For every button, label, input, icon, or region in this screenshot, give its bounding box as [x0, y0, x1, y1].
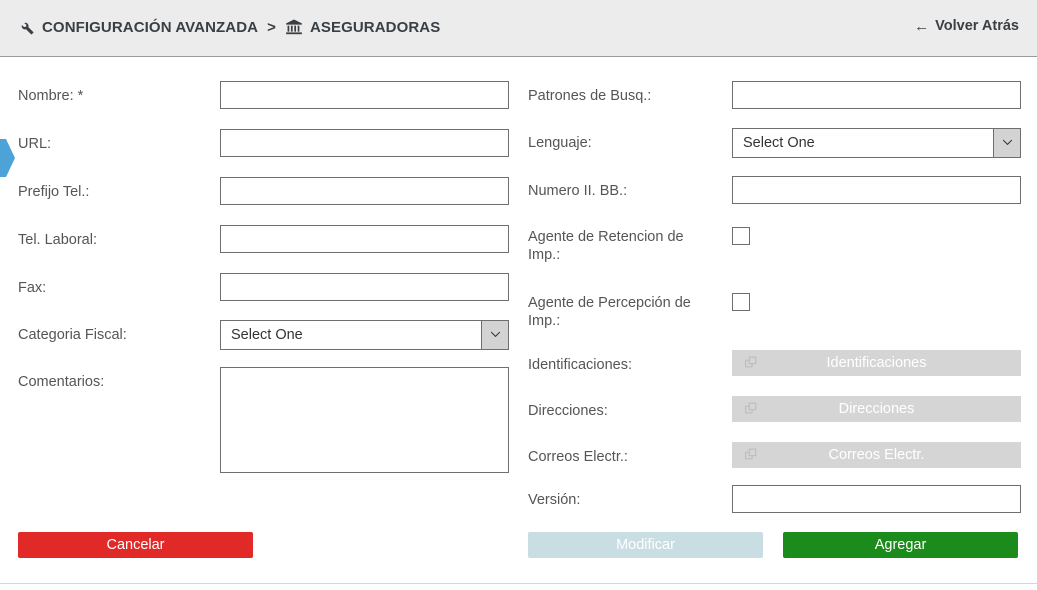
field-row-patrones-busq: Patrones de Busq.: — [528, 81, 1021, 109]
direcciones-button-label: Direcciones — [839, 401, 915, 417]
correos-electr-button[interactable]: Correos Electr. — [732, 442, 1021, 468]
wrench-icon — [18, 19, 35, 36]
add-button[interactable]: Agregar — [783, 532, 1018, 558]
field-row-comentarios: Comentarios: — [18, 367, 509, 473]
agente-retencion-checkbox[interactable] — [732, 227, 750, 245]
breadcrumb-current: ASEGURADORAS — [310, 19, 440, 36]
breadcrumb-root[interactable]: CONFIGURACIÓN AVANZADA — [42, 19, 258, 36]
tel-laboral-input[interactable] — [220, 225, 509, 253]
footer-divider — [0, 583, 1037, 584]
aseguradoras-form: Nombre: * URL: Prefijo Tel.: Tel. Labora… — [0, 57, 1037, 517]
lenguaje-select[interactable]: Select One — [732, 128, 1021, 158]
label-patrones-busq: Patrones de Busq.: — [528, 81, 732, 105]
field-row-tel-laboral: Tel. Laboral: — [18, 225, 509, 253]
chevron-down-icon[interactable] — [993, 129, 1020, 157]
field-row-agente-retencion: Agente de Retencion de Imp.: — [528, 222, 750, 264]
label-correos-electr: Correos Electr.: — [528, 442, 732, 466]
categoria-fiscal-select-value: Select One — [221, 321, 481, 349]
label-lenguaje: Lenguaje: — [528, 128, 732, 152]
field-row-nombre: Nombre: * — [18, 81, 509, 109]
prefijo-tel-input[interactable] — [220, 177, 509, 205]
label-nombre: Nombre: * — [18, 81, 220, 105]
fax-input[interactable] — [220, 273, 509, 301]
field-row-categoria-fiscal: Categoria Fiscal: Select One — [18, 320, 509, 350]
back-button[interactable]: ← Volver Atrás — [914, 18, 1019, 34]
copy-icon — [745, 449, 758, 462]
label-categoria-fiscal: Categoria Fiscal: — [18, 320, 220, 344]
lenguaje-select-value: Select One — [733, 129, 993, 157]
numero-ii-bb-input[interactable] — [732, 176, 1021, 204]
label-agente-percepcion: Agente de Percepción de Imp.: — [528, 288, 698, 330]
field-row-direcciones: Direcciones: Direcciones — [528, 396, 1021, 422]
breadcrumb-separator: > — [265, 19, 278, 36]
label-comentarios: Comentarios: — [18, 367, 220, 391]
field-row-url: URL: — [18, 129, 509, 157]
label-agente-retencion: Agente de Retencion de Imp.: — [528, 222, 698, 264]
categoria-fiscal-select[interactable]: Select One — [220, 320, 509, 350]
label-numero-ii-bb: Numero II. BB.: — [528, 176, 732, 200]
agente-percepcion-checkbox[interactable] — [732, 293, 750, 311]
arrow-left-icon: ← — [914, 19, 929, 34]
breadcrumb: CONFIGURACIÓN AVANZADA > ASEGURADORAS — [18, 18, 440, 36]
field-row-lenguaje: Lenguaje: Select One — [528, 128, 1021, 158]
form-actions: Cancelar Modificar Agregar — [0, 517, 1037, 557]
label-tel-laboral: Tel. Laboral: — [18, 225, 220, 249]
field-row-fax: Fax: — [18, 273, 509, 301]
url-input[interactable] — [220, 129, 509, 157]
label-fax: Fax: — [18, 273, 220, 297]
modify-button-label: Modificar — [616, 537, 675, 553]
label-url: URL: — [18, 129, 220, 153]
field-row-correos-electr: Correos Electr.: Correos Electr. — [528, 442, 1021, 468]
page-header-bar: CONFIGURACIÓN AVANZADA > ASEGURADORAS ← … — [0, 0, 1037, 57]
back-button-label: Volver Atrás — [935, 18, 1019, 34]
add-button-label: Agregar — [875, 537, 927, 553]
bank-icon — [285, 18, 303, 36]
identificaciones-button[interactable]: Identificaciones — [732, 350, 1021, 376]
identificaciones-button-label: Identificaciones — [827, 355, 927, 371]
field-row-agente-percepcion: Agente de Percepción de Imp.: — [528, 288, 750, 330]
copy-icon — [745, 403, 758, 416]
field-row-prefijo-tel: Prefijo Tel.: — [18, 177, 509, 205]
field-row-numero-ii-bb: Numero II. BB.: — [528, 176, 1021, 204]
nombre-input[interactable] — [220, 81, 509, 109]
cancel-button[interactable]: Cancelar — [18, 532, 253, 558]
chevron-down-icon[interactable] — [481, 321, 508, 349]
field-row-identificaciones: Identificaciones: Identificaciones — [528, 350, 1021, 376]
version-input[interactable] — [732, 485, 1021, 513]
cancel-button-label: Cancelar — [106, 537, 164, 553]
field-row-version: Versión: — [528, 485, 1021, 513]
label-direcciones: Direcciones: — [528, 396, 732, 420]
label-version: Versión: — [528, 485, 732, 509]
label-prefijo-tel: Prefijo Tel.: — [18, 177, 220, 201]
comentarios-textarea[interactable] — [220, 367, 509, 473]
modify-button[interactable]: Modificar — [528, 532, 763, 558]
correos-electr-button-label: Correos Electr. — [829, 447, 925, 463]
direcciones-button[interactable]: Direcciones — [732, 396, 1021, 422]
patrones-busq-input[interactable] — [732, 81, 1021, 109]
copy-icon — [745, 357, 758, 370]
label-identificaciones: Identificaciones: — [528, 350, 732, 374]
